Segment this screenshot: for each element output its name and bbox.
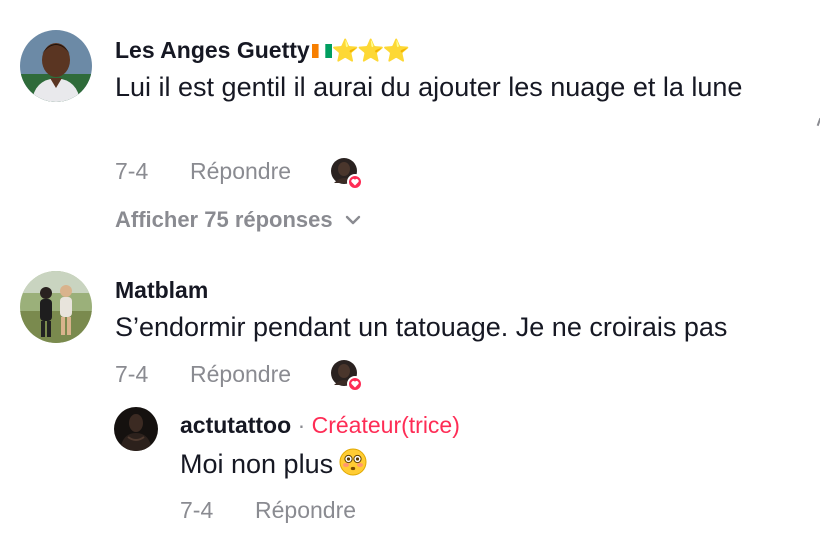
- reply-button[interactable]: Répondre: [190, 158, 291, 185]
- comment-date: 7-4: [115, 158, 149, 184]
- comment-date: 7-4: [115, 361, 149, 387]
- user-avatar-image: [20, 271, 92, 343]
- comment-text: S’endormir pendant un tatouage. Je ne cr…: [115, 312, 728, 342]
- comment-meta: 7-4 Répondre: [115, 158, 291, 185]
- creator-liked-icon: [330, 157, 363, 190]
- comment-meta: 7-4 Répondre: [115, 361, 291, 388]
- chevron-down-icon: [345, 205, 361, 231]
- username-text: actutattoo: [180, 412, 292, 438]
- avatar[interactable]: [114, 407, 158, 451]
- star-icon: ⭐⭐⭐: [331, 38, 410, 63]
- comment-date: 7-4: [180, 497, 214, 523]
- avatar[interactable]: [20, 30, 92, 102]
- user-avatar-image: [20, 30, 92, 102]
- separator: ·: [297, 412, 306, 438]
- reply-button[interactable]: Répondre: [190, 361, 291, 388]
- view-replies-label: Afficher 75 réponses: [115, 207, 333, 232]
- comment: Les Anges Guetty ⭐⭐⭐ Lui il est gentil il…: [0, 0, 820, 250]
- comment-text: Lui il est gentil il aurai du ajouter le…: [115, 72, 743, 102]
- comment-meta: 7-4 Répondre: [180, 497, 356, 524]
- flushed-face-icon: [339, 448, 367, 486]
- comment-username[interactable]: Matblam: [115, 276, 208, 304]
- comment-text: Moi non plus: [180, 445, 367, 486]
- user-avatar-image: [114, 407, 158, 451]
- username-text: Les Anges Guetty: [115, 37, 310, 63]
- creator-badge: Créateur(trice): [311, 412, 460, 438]
- reply-text: Moi non plus: [180, 449, 334, 479]
- view-replies-button[interactable]: Afficher 75 réponses: [115, 205, 361, 233]
- creator-liked-icon: [330, 359, 363, 392]
- avatar[interactable]: [20, 271, 92, 343]
- comment-username[interactable]: Les Anges Guetty ⭐⭐⭐: [115, 36, 410, 66]
- comment-username[interactable]: actutattoo · Créateur(trice): [180, 411, 460, 439]
- reply-button[interactable]: Répondre: [255, 497, 356, 524]
- ivory-coast-flag-icon: [311, 38, 332, 66]
